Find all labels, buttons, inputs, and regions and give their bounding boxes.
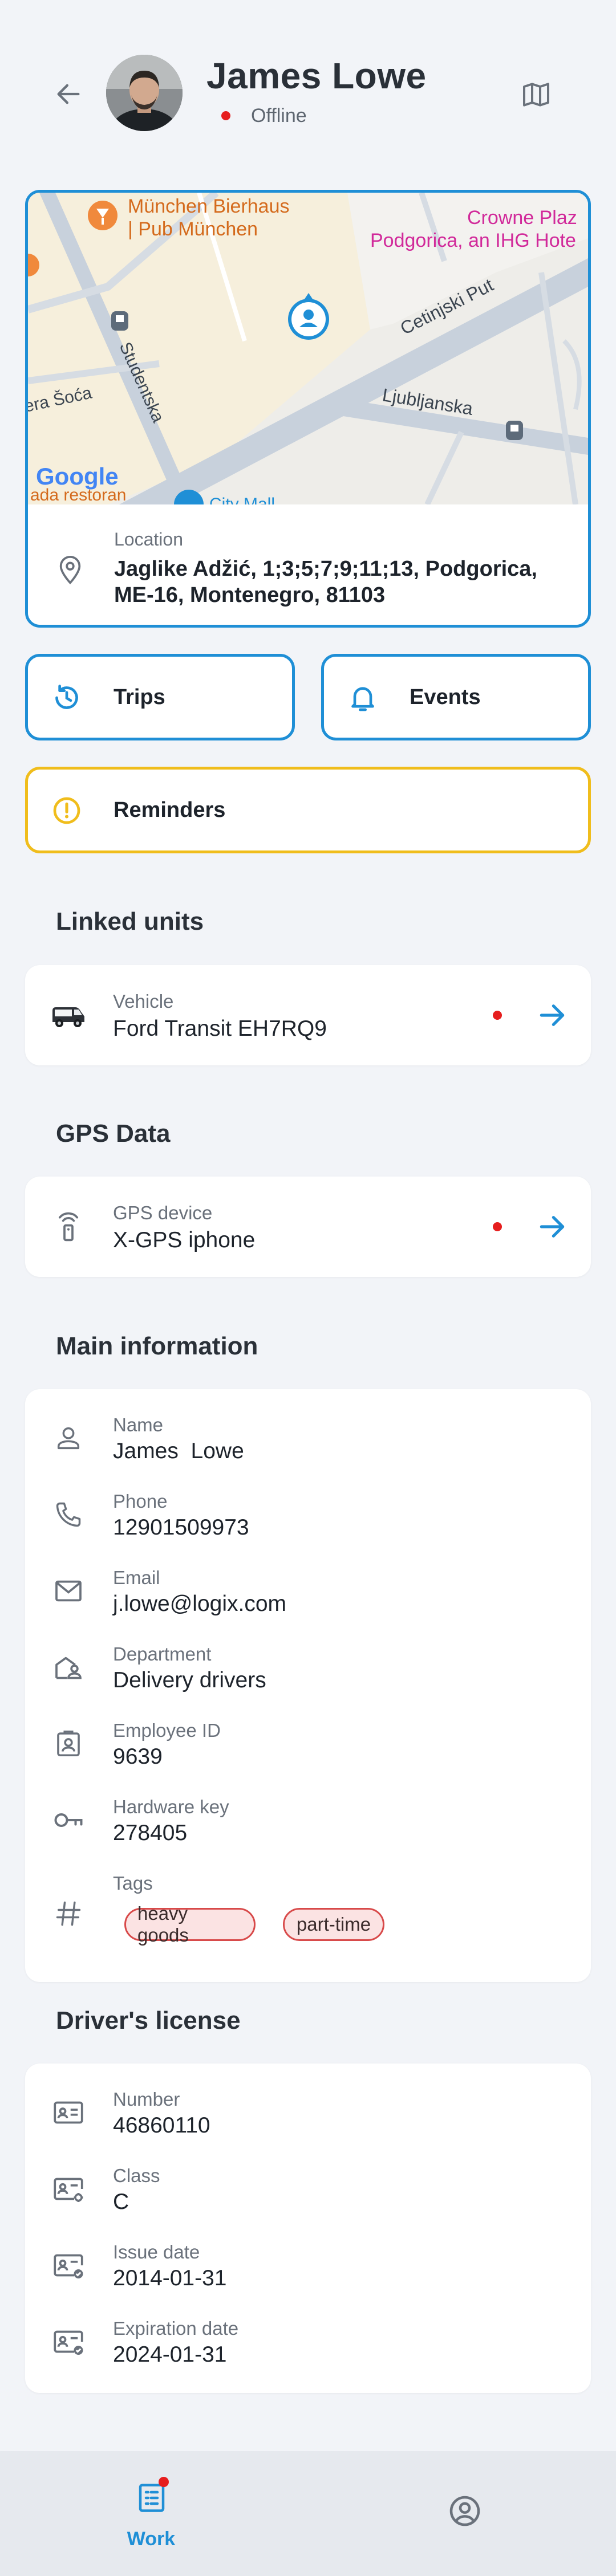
vehicle-value: Ford Transit EH7RQ9 xyxy=(113,1016,327,1041)
avatar xyxy=(106,55,183,131)
arrow-right-icon xyxy=(540,1004,565,1026)
vehicle-status-dot xyxy=(493,1011,502,1020)
status-text: Offline xyxy=(251,105,307,127)
location-pin-icon xyxy=(59,555,81,585)
mail-icon xyxy=(50,1573,87,1609)
badge-icon xyxy=(50,1726,87,1762)
license-class-value: C xyxy=(113,2190,129,2214)
trips-label: Trips xyxy=(114,685,165,709)
department-icon xyxy=(50,1649,87,1686)
license-class-icon xyxy=(50,2171,87,2207)
gps-device-open-button[interactable] xyxy=(534,1208,570,1245)
license-class-label: Class xyxy=(113,2165,160,2186)
hardware-key-label: Hardware key xyxy=(113,1796,229,1817)
license-issue-label: Issue date xyxy=(113,2241,200,2262)
main-information-card: Name James Lowe Phone 12901509973 Email … xyxy=(25,1389,591,1982)
reminders-button[interactable]: Reminders xyxy=(25,767,591,853)
employee-id-value: 9639 xyxy=(113,1744,163,1769)
bell-icon xyxy=(351,687,374,711)
google-logo: Google xyxy=(36,463,119,490)
vehicle-label: Vehicle xyxy=(113,991,174,1012)
events-button[interactable]: Events xyxy=(321,654,591,740)
license-issue-value: 2014-01-31 xyxy=(113,2266,227,2290)
van-icon xyxy=(50,997,87,1033)
phone-icon xyxy=(50,1496,87,1533)
tags-label: Tags xyxy=(113,1873,153,1894)
gps-data-title: GPS Data xyxy=(56,1120,171,1147)
linked-units-title: Linked units xyxy=(56,907,204,935)
license-expiration-label: Expiration date xyxy=(113,2318,239,2339)
arrow-left-icon xyxy=(57,84,80,104)
phone-label: Phone xyxy=(113,1491,168,1512)
license-number-value: 46860110 xyxy=(113,2113,210,2138)
header: James Lowe Offline xyxy=(0,0,616,188)
main-information-title: Main information xyxy=(56,1332,258,1360)
driver-name: James Lowe xyxy=(206,55,427,96)
map-button[interactable] xyxy=(513,72,559,117)
nav-tab-work[interactable]: Work xyxy=(114,2474,188,2554)
tag-chip[interactable]: part-time xyxy=(283,1908,384,1941)
vehicle-card[interactable]: Vehicle Ford Transit EH7RQ9 xyxy=(25,965,591,1065)
license-card-icon xyxy=(50,2094,87,2131)
map-label-bierhaus: München Bierhaus xyxy=(128,196,290,217)
map-icon xyxy=(523,83,549,107)
tag-chip[interactable]: heavy goods xyxy=(124,1903,256,1946)
map-label-city-mall: City Mall xyxy=(209,495,275,504)
gps-device-value: X-GPS iphone xyxy=(113,1228,256,1252)
location-card[interactable]: München Bierhaus | Pub München Crowne Pl… xyxy=(25,190,591,628)
department-label: Department xyxy=(113,1643,212,1665)
map-label-crowne: Crowne Plaz xyxy=(467,207,577,229)
name-label: Name xyxy=(113,1414,164,1435)
gps-device-icon xyxy=(50,1208,87,1245)
nav-tab-profile[interactable] xyxy=(439,2485,491,2537)
reminders-label: Reminders xyxy=(114,797,226,822)
gps-status-dot xyxy=(493,1222,502,1231)
vehicle-open-button[interactable] xyxy=(534,997,570,1033)
gps-device-card[interactable]: GPS device X-GPS iphone xyxy=(25,1177,591,1277)
license-expiration-value: 2024-01-31 xyxy=(113,2342,227,2367)
arrow-right-icon xyxy=(540,1216,565,1238)
drivers-license-card: Number 46860110 Class C Issue date 2014-… xyxy=(25,2064,591,2393)
nav-work-label: Work xyxy=(127,2528,176,2550)
department-value: Delivery drivers xyxy=(113,1668,266,1692)
license-issue-icon xyxy=(50,2247,87,2284)
back-button[interactable] xyxy=(46,74,91,114)
key-icon xyxy=(50,1802,87,1838)
employee-id-label: Employee ID xyxy=(113,1720,221,1741)
work-notification-badge xyxy=(159,2477,169,2487)
trips-button[interactable]: Trips xyxy=(25,654,295,740)
person-icon xyxy=(50,1420,87,1456)
name-value: James Lowe xyxy=(113,1439,244,1463)
location-address: Jaglike Adžić, 1;3;5;7;9;11;13, Podgoric… xyxy=(114,557,537,607)
gps-device-label: GPS device xyxy=(113,1202,213,1223)
map-label-crowne-sub: Podgorica, an IHG Hote xyxy=(370,230,576,251)
phone-value: 12901509973 xyxy=(113,1515,249,1540)
account-circle-icon xyxy=(449,2496,480,2526)
hashtag-icon xyxy=(50,1895,87,1932)
email-label: Email xyxy=(113,1567,160,1588)
events-label: Events xyxy=(410,685,481,709)
bottom-navigation: Work xyxy=(0,2451,616,2576)
location-map[interactable]: München Bierhaus | Pub München Crowne Pl… xyxy=(28,193,588,519)
email-value: j.lowe@logix.com xyxy=(113,1592,287,1616)
alert-circle-icon xyxy=(53,797,80,824)
license-expiration-icon xyxy=(50,2323,87,2360)
location-info: Location Jaglike Adžić, 1;3;5;7;9;11;13,… xyxy=(28,504,588,625)
hardware-key-value: 278405 xyxy=(113,1821,188,1845)
location-label: Location xyxy=(114,529,183,550)
status-indicator xyxy=(221,111,230,120)
drivers-license-title: Driver's license xyxy=(56,2007,241,2034)
history-icon xyxy=(55,685,78,709)
map-label-bierhaus-sub: | Pub München xyxy=(128,218,258,240)
license-number-label: Number xyxy=(113,2089,180,2110)
